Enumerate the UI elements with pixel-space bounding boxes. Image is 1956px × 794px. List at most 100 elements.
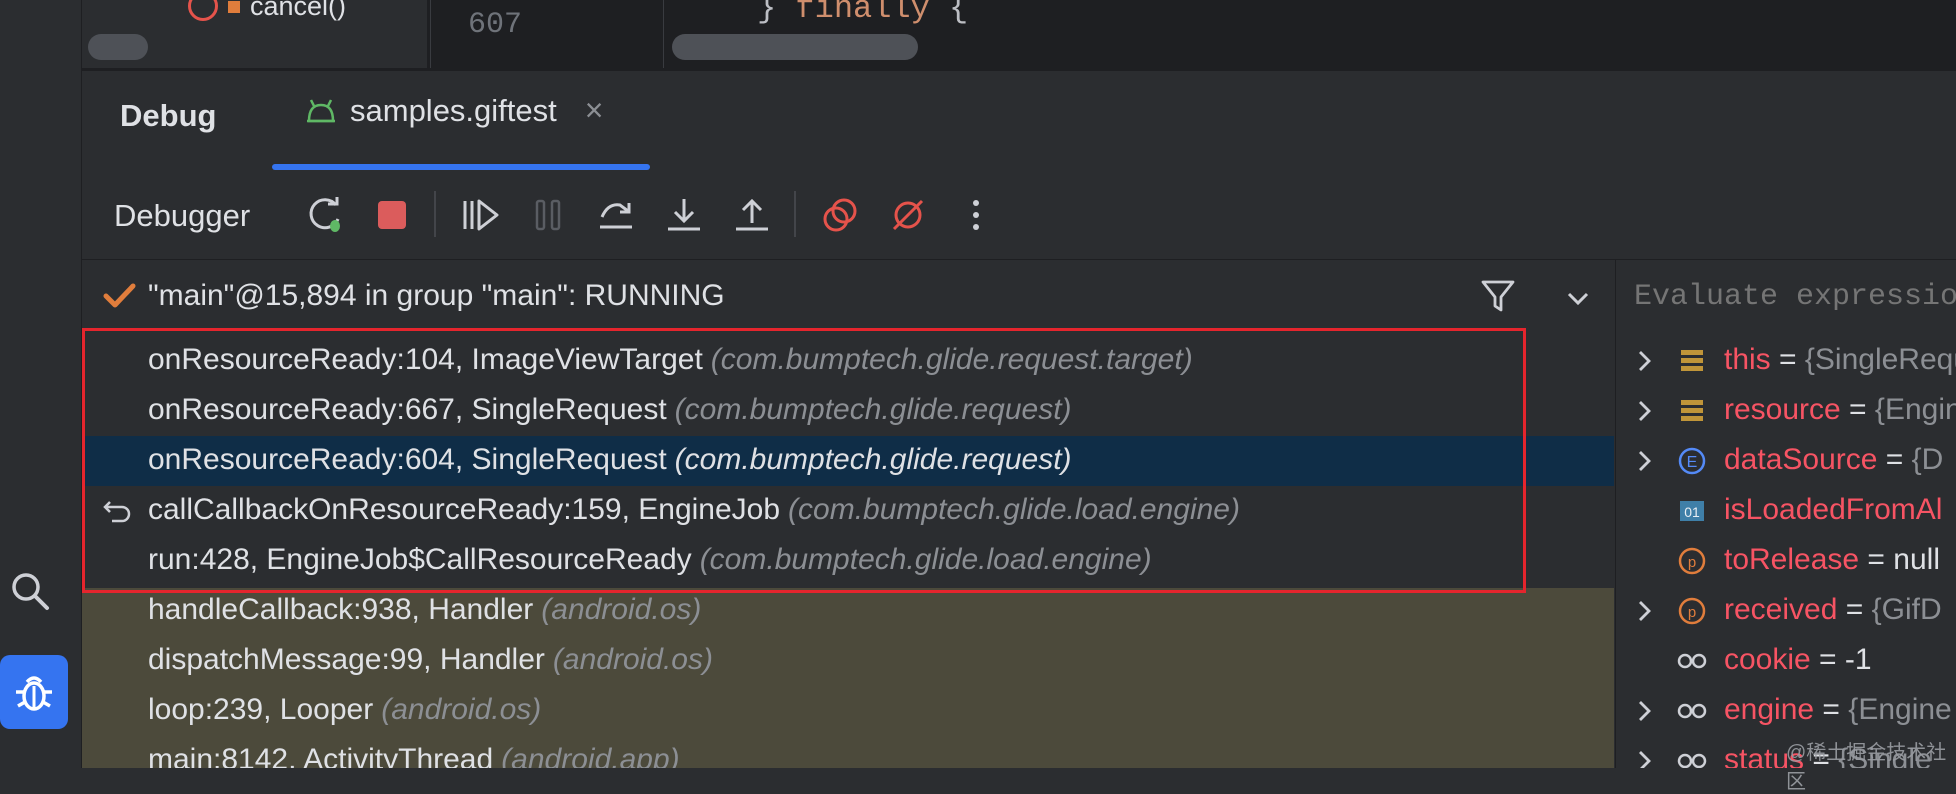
- variable-row[interactable]: E dataSource = {D: [1615, 436, 1956, 486]
- structure-item[interactable]: cancel(): [188, 0, 346, 26]
- step-into-button[interactable]: [662, 193, 706, 237]
- watch-icon: [1677, 753, 1707, 768]
- frame-package: (android.os): [552, 643, 713, 676]
- variable-name: received: [1724, 593, 1838, 626]
- frame-method: main:8142, ActivityThread: [148, 743, 494, 768]
- tab-session-label: samples.giftest: [350, 92, 557, 128]
- frame-row-library[interactable]: dispatchMessage:99, Handler (android.os): [82, 636, 1614, 686]
- frame-row[interactable]: onResourceReady:667, SingleRequest (com.b…: [82, 386, 1614, 436]
- structure-item-label: cancel(): [250, 0, 347, 21]
- variable-equals: =: [1814, 693, 1849, 726]
- variable-row[interactable]: p toRelease = null: [1615, 536, 1956, 586]
- frame-row-library[interactable]: loop:239, Looper (android.os): [82, 686, 1614, 736]
- svg-text:01: 01: [1684, 504, 1700, 520]
- close-icon[interactable]: ×: [585, 92, 604, 129]
- step-out-button[interactable]: [730, 193, 774, 237]
- frame-row-selected[interactable]: onResourceReady:604, SingleRequest (com.b…: [82, 436, 1614, 486]
- variable-row[interactable]: this = {SingleRequest: [1615, 336, 1956, 386]
- view-breakpoints-button[interactable]: [818, 193, 862, 237]
- structure-horizontal-scrollbar[interactable]: [88, 34, 148, 60]
- frame-package: (com.bumptech.glide.request.target): [710, 343, 1193, 376]
- frame-row-library[interactable]: handleCallback:938, Handler (android.os): [82, 586, 1614, 636]
- variable-row[interactable]: resource = {Engine: [1615, 386, 1956, 436]
- evaluate-expression-input[interactable]: [1616, 264, 1956, 330]
- tool-window-strip: [0, 0, 82, 768]
- tab-session[interactable]: samples.giftest ×: [306, 92, 603, 129]
- resume-button[interactable]: [458, 193, 502, 237]
- variable-row[interactable]: 01 isLoadedFromAl: [1615, 486, 1956, 536]
- frame-method: handleCallback:938, Handler: [148, 593, 534, 626]
- variable-value: {SingleRequest: [1804, 343, 1956, 376]
- editor-gutter: [430, 0, 664, 68]
- frame-method: dispatchMessage:99, Handler: [148, 643, 545, 676]
- variable-value: -1: [1844, 643, 1872, 676]
- variable-row[interactable]: p received = {GifD: [1615, 586, 1956, 636]
- tool-window-title: Debug: [120, 98, 217, 133]
- frame-row-library[interactable]: main:8142, ActivityThread (android.app): [82, 736, 1614, 768]
- toolbar-separator: [794, 191, 796, 237]
- variable-name: engine: [1724, 693, 1815, 726]
- frame-method: onResourceReady:104, ImageViewTarget: [148, 343, 703, 376]
- code-open-brace: {: [949, 0, 969, 27]
- parameter-icon: p: [1678, 597, 1706, 625]
- watermark: @稀土掘金技术社区: [1786, 742, 1947, 793]
- frame-method: loop:239, Looper: [148, 693, 374, 726]
- chevron-right-icon[interactable]: [1635, 698, 1655, 724]
- stop-icon: [378, 201, 406, 229]
- variable-equals: =: [1810, 643, 1845, 676]
- frame-row[interactable]: callCallbackOnResourceReady:159, EngineJ…: [82, 486, 1614, 536]
- mute-breakpoints-button[interactable]: [886, 193, 930, 237]
- svg-text:E: E: [1687, 454, 1698, 471]
- parameter-icon: p: [1678, 547, 1706, 575]
- variable-name: isLoadedFromAl: [1724, 493, 1943, 526]
- chevron-right-icon[interactable]: [1635, 348, 1655, 374]
- chevron-right-icon[interactable]: [1635, 598, 1655, 624]
- frame-row[interactable]: run:428, EngineJob$CallResourceReady (com…: [82, 536, 1614, 586]
- variable-row[interactable]: cookie = -1: [1615, 636, 1956, 686]
- checkmark-icon: [102, 278, 136, 317]
- more-options-button[interactable]: [954, 193, 998, 237]
- field-icon: [1681, 350, 1703, 371]
- watch-icon: [1677, 703, 1707, 719]
- chevron-right-icon[interactable]: [1635, 398, 1655, 424]
- method-icon: [188, 0, 218, 21]
- enum-icon: E: [1678, 447, 1706, 475]
- debug-tool-window-button[interactable]: [0, 655, 68, 729]
- frame-method: callCallbackOnResourceReady:159, EngineJ…: [148, 493, 781, 526]
- variable-row[interactable]: engine = {Engine: [1615, 686, 1956, 736]
- frame-package: (android.app): [501, 743, 680, 768]
- pause-icon: [535, 199, 561, 231]
- step-over-button[interactable]: [594, 193, 638, 237]
- chevron-right-icon[interactable]: [1635, 748, 1655, 768]
- toolbar-label: Debugger: [114, 198, 251, 233]
- more-vertical-icon: [973, 200, 979, 230]
- pause-button[interactable]: [526, 193, 570, 237]
- chevron-down-icon[interactable]: [1563, 284, 1593, 314]
- android-icon: [307, 98, 335, 122]
- code-close-brace: }: [757, 0, 777, 27]
- frame-package: (com.bumptech.glide.request): [674, 393, 1072, 426]
- field-icon: [1681, 400, 1703, 421]
- step-over-icon: [600, 203, 632, 229]
- reset-frame-icon[interactable]: [102, 496, 134, 526]
- svg-text:p: p: [1688, 604, 1696, 621]
- rerun-button[interactable]: [304, 193, 348, 237]
- line-number: 607: [468, 8, 523, 42]
- debugger-toolbar: [82, 173, 1956, 260]
- breakpoints-icon: [823, 198, 857, 232]
- search-icon[interactable]: [2, 563, 58, 619]
- variable-value: {Engine: [1848, 693, 1952, 726]
- variable-equals: =: [1837, 593, 1872, 626]
- variable-name: toRelease: [1724, 543, 1860, 576]
- visibility-icon: [228, 1, 240, 13]
- editor-horizontal-scrollbar[interactable]: [672, 34, 918, 60]
- filter-icon[interactable]: [1478, 276, 1518, 316]
- variable-equals: =: [1770, 343, 1805, 376]
- variable-name: resource: [1724, 393, 1841, 426]
- thread-selector-label[interactable]: "main"@15,894 in group "main": RUNNING: [148, 279, 725, 313]
- mute-breakpoints-icon: [892, 199, 924, 231]
- stop-button[interactable]: [370, 193, 414, 237]
- frame-row[interactable]: onResourceReady:104, ImageViewTarget (com…: [82, 336, 1614, 386]
- resume-icon: [463, 199, 499, 231]
- chevron-right-icon[interactable]: [1635, 448, 1655, 474]
